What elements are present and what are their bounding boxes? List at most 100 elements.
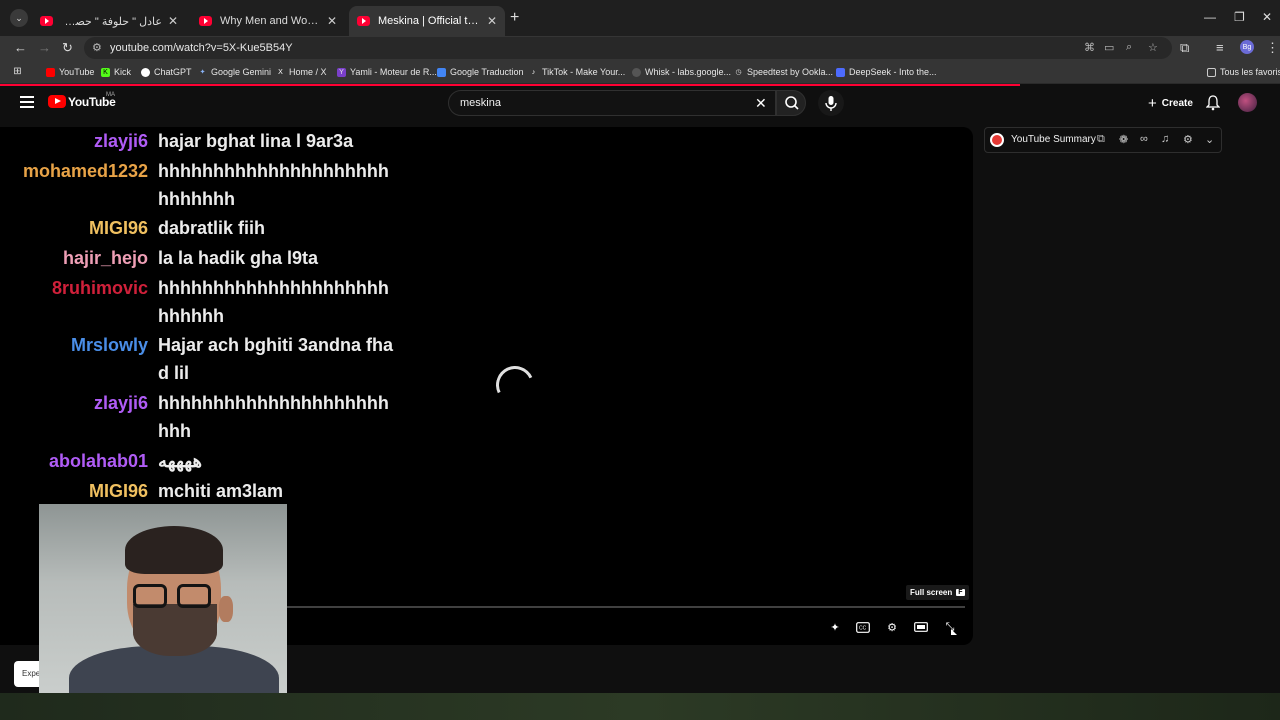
close-tab-icon[interactable]: ✕ <box>487 14 497 28</box>
mouse-cursor-icon <box>951 629 957 635</box>
close-tab-icon[interactable]: ✕ <box>168 14 178 28</box>
webcam-glasses <box>133 584 167 608</box>
chat-username: mohamed1232 <box>22 161 148 181</box>
summary-logo-icon <box>990 133 1004 147</box>
fullscreen-icon[interactable]: ⤡ <box>940 618 960 636</box>
chat-text: hhhhhhhhhhhhhhhhhhhhhhhh <box>158 393 389 441</box>
close-window-icon[interactable]: ✕ <box>1262 10 1272 24</box>
restore-icon[interactable]: ❐ <box>1234 10 1245 24</box>
theater-mode-icon[interactable] <box>911 618 931 636</box>
chat-username: 8ruhimovic <box>51 278 148 298</box>
chat-username: MIGI96 <box>88 218 148 238</box>
chat-text: Hajar ach bghiti 3andna fhad lil <box>158 335 394 383</box>
create-button[interactable]: + Create <box>1140 92 1201 114</box>
bookmark-x[interactable]: X Home / X <box>276 67 326 77</box>
guide-menu-icon[interactable] <box>20 96 34 108</box>
summary-glasses-icon[interactable]: ∞ <box>1140 133 1148 145</box>
reload-icon[interactable]: ↻ <box>62 40 73 56</box>
chat-username: Mrslowly <box>70 335 148 355</box>
fullscreen-tooltip: Full screen F <box>906 585 969 600</box>
bookmark-deepseek[interactable]: DeepSeek - Into the... <box>836 67 937 77</box>
clear-search-icon[interactable]: ✕ <box>755 95 767 112</box>
search-icon <box>785 96 799 110</box>
account-avatar[interactable] <box>1238 93 1257 112</box>
all-bookmarks-folder[interactable]: Tous les favoris <box>1207 67 1280 77</box>
chat-text: mchiti am3lam <box>158 481 284 501</box>
summary-settings-icon[interactable]: ⚙ <box>1183 133 1193 146</box>
youtube-logo-icon[interactable] <box>48 95 66 108</box>
tab-title: Why Men and Women Cant be <box>220 15 321 27</box>
svg-text:CC: CC <box>859 625 867 631</box>
bookmark-google-translate[interactable]: Google Traduction <box>437 67 524 77</box>
notifications-bell-icon[interactable] <box>1205 95 1221 116</box>
youtube-summary-panel[interactable]: YouTube Summary ⧉ ❁ ∞ ♫ ⚙ ⌄ <box>984 127 1222 153</box>
tab-1[interactable]: عادل " حلوفة " حصري-فيديو كليب ✕ <box>32 6 186 36</box>
youtube-favicon-icon <box>40 16 53 26</box>
chat-username: hajir_hejo <box>62 248 148 268</box>
microphone-icon <box>825 96 837 111</box>
bookmark-yamli[interactable]: Y Yamli - Moteur de R... <box>337 67 437 77</box>
chat-text: hhhhhhhhhhhhhhhhhhhhhhhhhhh <box>158 278 389 326</box>
youtube-favicon-icon <box>357 16 370 26</box>
bookmark-whisk[interactable]: Whisk - labs.google... <box>632 67 731 77</box>
summary-copy-icon[interactable]: ⧉ <box>1097 133 1105 146</box>
search-input[interactable]: meskina ✕ <box>448 90 776 116</box>
bookmark-youtube[interactable]: YouTube <box>46 67 94 77</box>
browser-tab-strip: ⌄ عادل " حلوفة " حصري-فيديو كليب ✕ Why M… <box>0 0 1280 36</box>
search-button[interactable] <box>776 90 806 116</box>
summary-audio-icon[interactable]: ♫ <box>1161 133 1169 145</box>
chat-text: hhhhhhhhhhhhhhhhhhhhhhhhhhhh <box>158 161 389 209</box>
settings-gear-icon[interactable]: ⚙ <box>882 618 902 636</box>
address-toolbar: ← → ↻ ⚙ youtube.com/watch?v=5X-Kue5B54Y … <box>0 36 1280 62</box>
bookmark-star-icon[interactable]: ☆ <box>1148 41 1158 54</box>
country-code: MA <box>106 92 115 98</box>
forward-icon[interactable]: → <box>38 40 51 55</box>
subtitles-icon[interactable]: CC <box>853 618 873 636</box>
chat-text: hajar bghat lina l 9ar3a <box>158 131 354 151</box>
chat-username: abolahab01 <box>48 451 148 471</box>
youtube-masthead: YouTube MA meskina ✕ + Create <box>0 86 1280 120</box>
apps-grid-icon[interactable]: ⊞ <box>13 67 26 77</box>
shortcut-key: F <box>956 589 965 596</box>
browser-menu-icon[interactable]: ⋮ <box>1266 40 1279 56</box>
tab-3-active[interactable]: Meskina | Official trailer | Netflix ✕ <box>349 6 505 36</box>
zoom-icon[interactable]: ⌕ <box>1126 41 1132 54</box>
webcam-overlay <box>39 504 287 701</box>
chat-username: zlayji6 <box>93 131 148 151</box>
profile-avatar[interactable]: Bg <box>1240 40 1254 54</box>
summary-expand-chevron-icon[interactable]: ⌄ <box>1205 133 1214 146</box>
chat-username: zlayji6 <box>93 393 148 413</box>
bookmark-kick[interactable]: K Kick <box>101 67 131 77</box>
chat-username: MIGI96 <box>88 481 148 501</box>
webcam-glasses <box>177 584 211 608</box>
search-query: meskina <box>460 97 501 109</box>
media-control-icon[interactable]: ≡ <box>1216 40 1224 55</box>
bookmarks-bar: ⊞ YouTube K Kick ChatGPT ✦ Google Gemini X… <box>0 62 1280 84</box>
site-info-icon[interactable]: ⚙ <box>92 41 102 54</box>
address-bar[interactable]: ⚙ youtube.com/watch?v=5X-Kue5B54Y ⌘ ▭ ⌕ … <box>84 37 1172 59</box>
url-text: youtube.com/watch?v=5X-Kue5B54Y <box>110 42 293 54</box>
bookmark-tiktok[interactable]: ♪ TikTok - Make Your... <box>529 67 625 77</box>
extensions-icon[interactable]: ⧉ <box>1180 40 1189 56</box>
webcam-person-ear <box>219 596 233 622</box>
desktop-background <box>0 693 1280 720</box>
back-icon[interactable]: ← <box>14 40 27 55</box>
bookmark-chatgpt[interactable]: ChatGPT <box>141 67 192 77</box>
translate-icon[interactable]: ⌘ <box>1084 41 1095 54</box>
tab-2[interactable]: Why Men and Women Cant be ✕ <box>191 6 345 36</box>
bookmark-gemini[interactable]: ✦ Google Gemini <box>198 67 271 77</box>
cast-icon[interactable]: ▭ <box>1104 41 1114 54</box>
close-tab-icon[interactable]: ✕ <box>327 14 337 28</box>
tab-title: Meskina | Official trailer | Netflix <box>378 15 481 27</box>
bookmark-speedtest[interactable]: ◷ Speedtest by Ookla... <box>734 67 833 77</box>
chat-text: ههههه <box>158 451 203 471</box>
summary-ai-icon[interactable]: ❁ <box>1119 133 1128 146</box>
ai-sparkle-icon[interactable]: ✦ <box>825 618 845 636</box>
tab-search-menu-icon[interactable]: ⌄ <box>10 9 28 27</box>
minimize-icon[interactable]: — <box>1204 10 1216 24</box>
youtube-favicon-icon <box>199 16 212 26</box>
summary-title: YouTube Summary <box>1011 134 1096 145</box>
plus-icon: + <box>1148 94 1157 112</box>
new-tab-icon[interactable]: + <box>510 9 519 27</box>
voice-search-button[interactable] <box>818 90 844 116</box>
